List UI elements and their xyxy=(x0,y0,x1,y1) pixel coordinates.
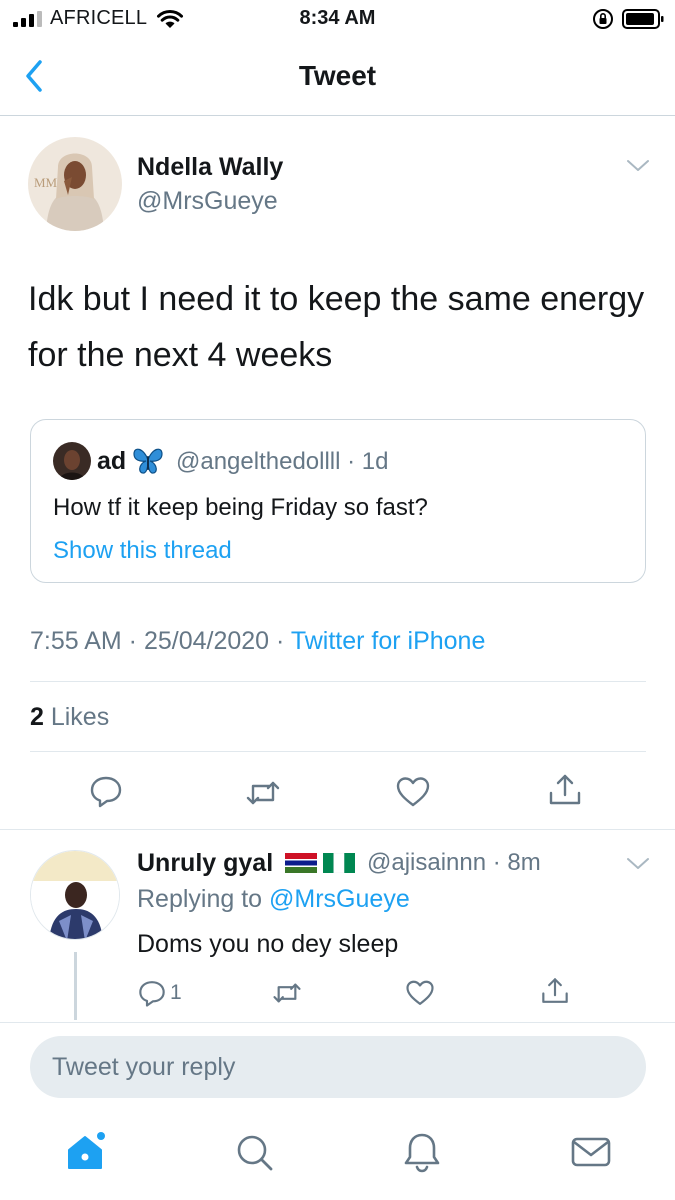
status-time: 8:34 AM xyxy=(299,7,376,29)
gambia-flag-icon xyxy=(285,853,317,873)
like-button[interactable] xyxy=(395,774,431,810)
home-icon xyxy=(68,1132,105,1169)
status-bar: AFRICELL 8:34 AM xyxy=(0,0,675,38)
svg-text:MM: MM xyxy=(34,175,58,190)
reply-button[interactable] xyxy=(88,773,124,809)
replying-to-mention[interactable]: @MrsGueye xyxy=(269,885,410,913)
battery-icon xyxy=(622,9,664,29)
share-icon xyxy=(549,774,581,805)
author-avatar[interactable]: MM xyxy=(28,137,122,231)
tweet-meta: 7:55 AM · 25/04/2020 · Twitter for iPhon… xyxy=(30,627,485,656)
quoted-tweet-text: How tf it keep being Friday so fast? xyxy=(53,494,428,521)
quoted-author-name: ad xyxy=(97,447,127,475)
divider xyxy=(0,829,675,830)
nigeria-flag-icon xyxy=(323,853,355,873)
tweet-text: Idk but I need it to keep the same energ… xyxy=(28,280,645,374)
nav-bar: Tweet xyxy=(0,38,675,116)
reply-composer-input[interactable]: Tweet your reply xyxy=(30,1036,646,1098)
divider xyxy=(30,751,646,752)
composer-divider xyxy=(0,1022,675,1023)
retweet-button[interactable] xyxy=(245,775,281,811)
reply-reply-count: 1 xyxy=(170,981,182,1004)
reply-author-name[interactable]: Unruly gyal xyxy=(137,849,273,878)
tab-search[interactable] xyxy=(232,1130,276,1174)
tab-messages[interactable] xyxy=(569,1130,613,1174)
divider xyxy=(30,681,646,682)
messages-icon xyxy=(571,1137,611,1167)
reply-options-chevron-icon[interactable] xyxy=(626,856,650,872)
retweet-icon xyxy=(246,781,280,805)
author-name[interactable]: Ndella Wally xyxy=(137,153,283,182)
retweet-icon xyxy=(273,983,301,1003)
author-handle[interactable]: @MrsGueye xyxy=(137,187,278,216)
reply-author-handle[interactable]: @ajisainnn · 8m xyxy=(367,849,541,877)
like-icon xyxy=(406,980,434,1005)
reply-share-button[interactable] xyxy=(540,976,570,1006)
page-title: Tweet xyxy=(298,60,377,91)
reply-reply-button[interactable] xyxy=(137,978,167,1008)
notifications-icon xyxy=(404,1133,440,1173)
tweet-timestamp: 7:55 AM · 25/04/2020 · xyxy=(30,627,291,655)
tab-notifications[interactable] xyxy=(400,1130,444,1174)
reply-icon xyxy=(90,776,122,808)
likes-number: 2 xyxy=(30,703,44,731)
like-icon xyxy=(396,777,430,807)
reply-text: Doms you no dey sleep xyxy=(137,930,399,958)
search-icon xyxy=(237,1135,273,1171)
reply-like-button[interactable] xyxy=(405,978,435,1008)
reply-retweet-button[interactable] xyxy=(272,978,302,1008)
replying-to-label: Replying to xyxy=(137,885,270,913)
likes-label: Likes xyxy=(43,703,110,731)
tab-home[interactable] xyxy=(63,1130,107,1174)
thread-line xyxy=(74,952,77,1020)
reply-icon xyxy=(139,981,165,1007)
composer-placeholder: Tweet your reply xyxy=(52,1053,236,1081)
quoted-tweet-card[interactable]: ad @angelthedollll · 1d How tf it keep b… xyxy=(30,419,646,583)
show-thread-link[interactable]: Show this thread xyxy=(53,537,232,565)
tweet-options-chevron-icon[interactable] xyxy=(626,158,650,174)
share-icon xyxy=(542,978,568,1003)
share-button[interactable] xyxy=(547,772,583,808)
likes-count[interactable]: 2 Likes xyxy=(30,703,109,732)
tweet-source-link[interactable]: Twitter for iPhone xyxy=(291,627,486,655)
replying-to: Replying to @MrsGueye xyxy=(137,885,410,914)
quoted-author-avatar xyxy=(53,442,91,480)
orientation-lock-icon xyxy=(593,9,613,29)
quoted-author-handle: @angelthedollll · 1d xyxy=(176,448,389,475)
reply-author-avatar[interactable] xyxy=(30,850,120,940)
butterfly-emoji-icon xyxy=(133,448,163,474)
